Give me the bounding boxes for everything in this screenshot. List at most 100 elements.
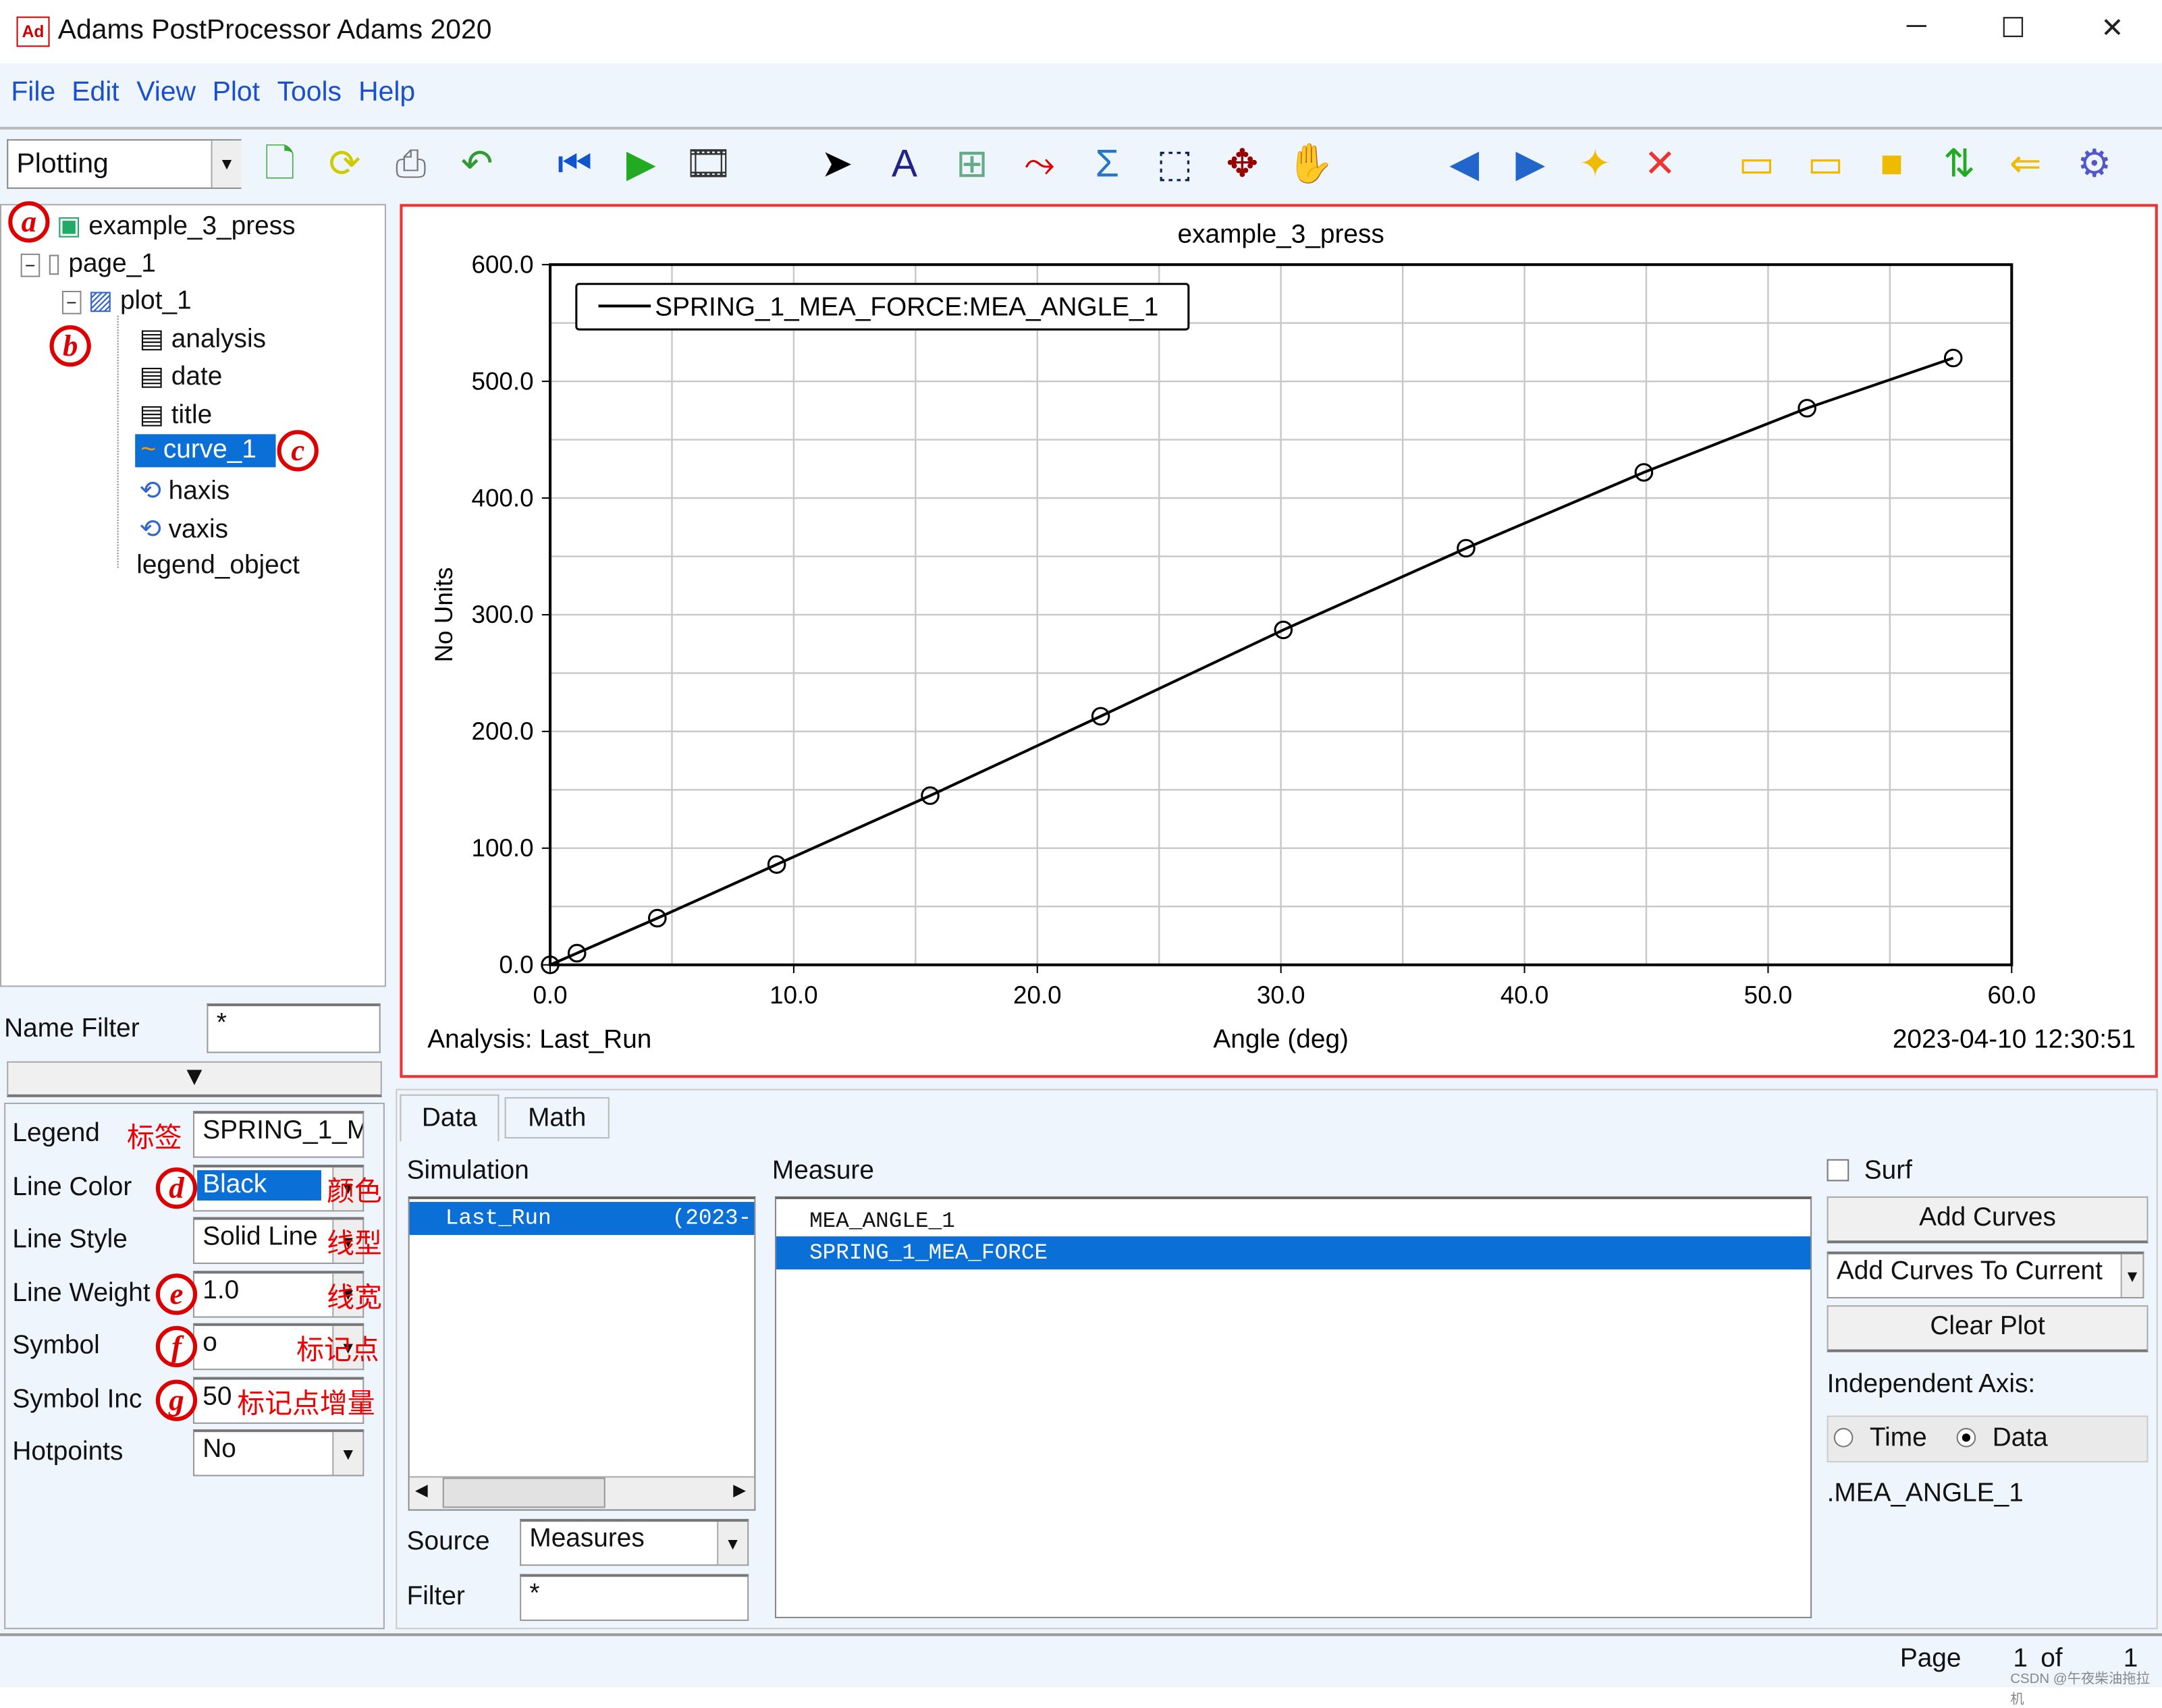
simulation-label: Simulation [406,1156,529,1186]
zoom-box-icon[interactable]: ⬚ [1152,138,1198,190]
status-bar [0,1633,2162,1687]
surf-checkbox[interactable] [1827,1159,1849,1182]
radio-time[interactable] [1833,1428,1854,1448]
measure-item[interactable]: MEA_ANGLE_1 [776,1205,1810,1238]
tree-item-title[interactable]: ▤ title [139,400,212,431]
clear-plot-button[interactable]: Clear Plot [1827,1305,2149,1352]
y-tick-label: 400.0 [472,484,534,512]
line-chart: 0.0 10.0 20.0 30.0 40.0 50.0 60.0 0.0 100.0 200.0… [427,219,2136,1053]
independent-axis-value: .MEA_ANGLE_1 [1827,1479,2024,1508]
x-axis-label: Angle (deg) [1213,1024,1349,1053]
line-color-label: Line Color [12,1172,132,1202]
x-tick-label: 50.0 [1744,981,1793,1009]
measure-item-selected[interactable]: SPRING_1_MEA_FORCE [776,1236,1811,1270]
pan-hand-icon[interactable]: ✋ [1287,138,1334,190]
filter-input[interactable]: * [520,1574,749,1621]
tree-item-analysis[interactable]: ▤ analysis [139,324,266,356]
tree-item-curve-selected[interactable]: ~ curve_1 [135,434,276,468]
window-title: Adams PostProcessor Adams 2020 [57,15,492,46]
back-icon[interactable]: ⇐ [2002,138,2049,190]
menu-view[interactable]: View [136,77,196,109]
reload-icon[interactable]: ⟳ [321,138,368,190]
curve-edit-icon[interactable]: ⤳ [1016,138,1062,190]
tree-connector [117,315,119,568]
fit-icon[interactable]: ✥ [1219,138,1266,190]
tree-item-model[interactable]: ▣ example_3_press [57,211,296,243]
simulation-item-last-run[interactable]: Last_Run (2023- [409,1202,755,1236]
select-arrow-icon[interactable]: ➤ [813,138,860,190]
tree-item-plot[interactable]: − ▨ plot_1 [61,285,192,317]
measure-list[interactable]: MEA_ANGLE_1 SPRING_1_MEA_FORCE [774,1196,1812,1618]
tree-item-page[interactable]: − ▯ page_1 [20,248,156,280]
horizontal-scrollbar[interactable]: ◀ ▶ [409,1476,755,1510]
radio-data-selected[interactable] [1956,1428,1976,1448]
sigma-math-icon[interactable]: Σ [1084,138,1131,190]
hotpoints-label: Hotpoints [12,1437,124,1467]
tab-data[interactable]: Data [400,1094,499,1142]
annotation-marker-e: e [155,1273,198,1315]
filter-label: Filter [406,1582,465,1611]
tree-item-legend-object[interactable]: legend_object [136,551,300,582]
minimize-button[interactable]: ─ [1889,11,1944,43]
surf-label: Surf [1864,1156,1912,1186]
line-weight-label: Line Weight [12,1278,151,1308]
name-filter-input[interactable]: * [207,1003,381,1053]
radio-data-label: Data [1992,1423,2048,1453]
line-style-label: Line Style [12,1225,128,1255]
independent-axis-label: Independent Axis: [1827,1370,2036,1400]
undo-icon[interactable]: ↶ [454,138,500,190]
new-page-icon[interactable]: 🗋 [256,138,303,190]
print-icon[interactable]: ⎙ [387,138,434,190]
new-plot-icon[interactable]: ✦ [1572,138,1619,190]
object-tree[interactable]: ▣ example_3_press − ▯ page_1 − ▨ plot_1 … [0,204,386,987]
prev-page-icon[interactable]: ◀ [1441,138,1488,190]
menu-tools[interactable]: Tools [277,77,342,109]
play-icon[interactable]: ▶ [618,138,664,190]
add-curves-button[interactable]: Add Curves [1827,1196,2149,1244]
text-icon[interactable]: A [881,138,927,190]
tree-item-haxis[interactable]: ⟲ haxis [139,476,229,507]
tree-item-label: example_3_press [88,212,296,242]
x-tick-label: 0.0 [533,981,567,1009]
chart-title: example_3_press [1178,219,1384,248]
annotation-marker-d: d [155,1166,198,1209]
maximize-button[interactable]: ☐ [1985,11,2041,45]
menu-edit[interactable]: Edit [72,77,119,109]
add-mode-select[interactable]: Add Curves To Current ▼ [1827,1251,2144,1299]
analysis-label: Analysis: Last_Run [427,1024,651,1053]
axis-icon[interactable]: ⊞ [948,138,995,190]
tree-item-date[interactable]: ▤ date [139,361,222,393]
expand-toggle-button[interactable]: ▼ [7,1061,382,1097]
tab-math[interactable]: Math [504,1097,610,1139]
animation-film-icon[interactable]: 🎞 [684,138,733,190]
source-select[interactable]: Measures ▼ [520,1518,749,1566]
menu-file[interactable]: File [11,77,55,109]
menu-plot[interactable]: Plot [213,77,260,109]
layout-2-icon[interactable]: ▭ [1802,138,1849,190]
mode-select[interactable]: Plotting ▼ [7,139,242,189]
rewind-icon[interactable]: ⏮ [551,138,598,190]
layout-3-icon[interactable]: ■ [1868,138,1915,190]
scrollbar-thumb[interactable] [442,1477,605,1508]
settings-gear-icon[interactable]: ⚙ [2071,138,2117,190]
symbol-inc-label: Symbol Inc [12,1384,142,1414]
swap-icon[interactable]: ⇅ [1936,138,1982,190]
watermark: CSDN @午夜柴油拖拉机 [2010,1672,2151,1708]
x-tick-label: 60.0 [1988,981,2036,1009]
layout-1-icon[interactable]: ▭ [1733,138,1780,190]
plot-area[interactable]: 0.0 10.0 20.0 30.0 40.0 50.0 60.0 0.0 100.0 200.0… [400,204,2158,1078]
simulation-list[interactable]: Last_Run (2023- ◀ ▶ [408,1196,756,1511]
annotation-marker-f: f [155,1325,198,1368]
menu-help[interactable]: Help [358,77,415,109]
hotpoints-field[interactable]: No ▼ [192,1429,364,1477]
y-tick-label: 600.0 [472,250,534,278]
chevron-down-icon: ▼ [332,1432,363,1475]
next-page-icon[interactable]: ▶ [1507,138,1554,190]
close-button[interactable]: ✕ [2085,11,2140,45]
delete-plot-icon[interactable]: ✕ [1637,138,1683,190]
legend-field[interactable]: SPRING_1_M [192,1111,364,1158]
tree-item-vaxis[interactable]: ⟲ vaxis [139,514,228,546]
annotation-marker-a: a [8,201,50,243]
legend-label: Legend [12,1119,100,1149]
measure-label: Measure [772,1156,874,1186]
